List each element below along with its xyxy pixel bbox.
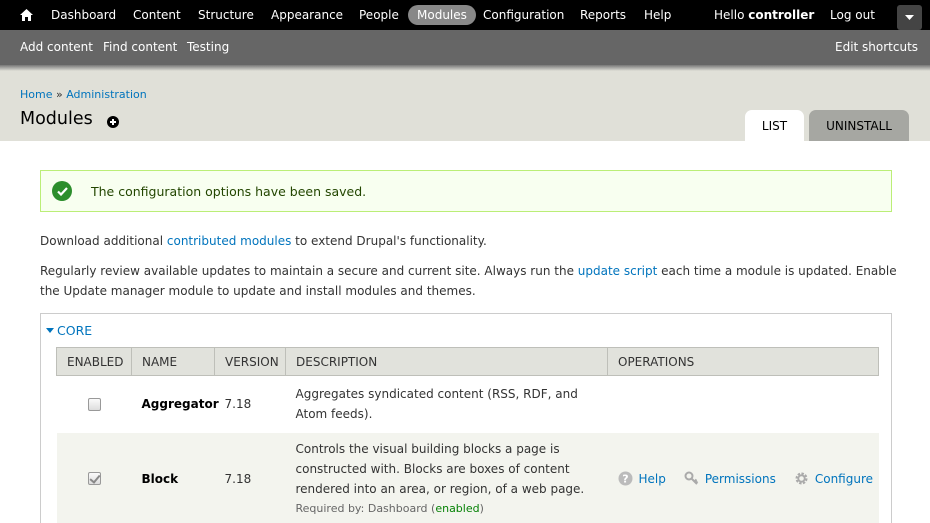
nav-dashboard[interactable]: Dashboard — [51, 0, 116, 30]
nav-content[interactable]: Content — [133, 0, 181, 30]
module-version: 7.18 — [214, 375, 286, 433]
column-header-description: DESCRIPTION — [285, 347, 608, 376]
tab-list[interactable]: LIST — [745, 110, 804, 141]
page-header: Home » Administration Modules LIST UNINS… — [0, 65, 930, 141]
svg-text:?: ? — [622, 473, 628, 486]
configure-link[interactable]: Configure — [794, 469, 873, 489]
nav-modules[interactable]: Modules — [408, 5, 476, 25]
intro-paragraph-download: Download additional contributed modules … — [40, 231, 900, 251]
chevron-down-icon — [905, 15, 914, 20]
required-by: Required by: Dashboard (enabled) — [296, 499, 598, 519]
required-by-close: ) — [479, 501, 484, 515]
user-greeting: Hello controller — [714, 0, 814, 30]
intro-text: to extend Drupal's functionality. — [291, 234, 487, 248]
gear-icon — [794, 471, 809, 486]
configure-link-label: Configure — [814, 471, 874, 486]
enable-block-checkbox[interactable] — [87, 472, 101, 485]
home-icon[interactable] — [17, 0, 35, 30]
intro-text: Regularly review available updates to ma… — [40, 264, 578, 278]
logout-link[interactable]: Log out — [830, 0, 875, 30]
toolbar-shadow — [0, 65, 930, 71]
nav-structure[interactable]: Structure — [198, 0, 254, 30]
module-name: Aggregator — [131, 375, 219, 433]
shortcuts-bar: Add content Find content Testing Edit sh… — [0, 30, 930, 65]
permissions-link-label: Permissions — [704, 471, 776, 486]
column-header-name: NAME — [131, 347, 215, 376]
help-icon: ? — [618, 471, 633, 486]
shortcut-add-content[interactable]: Add content — [20, 30, 93, 65]
tab-uninstall[interactable]: UNINSTALL — [809, 110, 909, 141]
module-version: 7.18 — [214, 432, 286, 523]
contributed-modules-link[interactable]: contributed modules — [167, 234, 291, 248]
column-header-version: VERSION — [214, 347, 286, 376]
nav-reports[interactable]: Reports — [580, 0, 626, 30]
add-shortcut-icon[interactable] — [107, 116, 119, 128]
column-header-operations: OPERATIONS — [607, 347, 879, 376]
username: controller — [748, 8, 815, 22]
module-name: Block — [131, 432, 215, 523]
enabled-cell — [56, 375, 132, 433]
permissions-link[interactable]: Permissions — [684, 469, 776, 489]
shortcut-testing[interactable]: Testing — [187, 30, 229, 65]
intro-text: Download additional — [40, 234, 167, 248]
greeting-text: Hello — [714, 8, 745, 22]
module-description: Controls the visual building blocks a pa… — [295, 441, 585, 496]
shortcut-find-content[interactable]: Find content — [103, 30, 177, 65]
enable-aggregator-checkbox[interactable] — [87, 397, 101, 411]
admin-toolbar: Dashboard Content Structure Appearance P… — [0, 0, 930, 30]
nav-people[interactable]: People — [359, 0, 399, 30]
help-link-label: Help — [638, 471, 666, 486]
breadcrumb-home[interactable]: Home — [20, 88, 52, 101]
modules-table: ENABLED NAME VERSION DESCRIPTION OPERATI… — [56, 347, 879, 523]
status-message: The configuration options have been save… — [40, 170, 892, 212]
edit-shortcuts-link[interactable]: Edit shortcuts — [835, 30, 918, 65]
status-message-text: The configuration options have been save… — [91, 184, 367, 199]
required-by-status: enabled — [435, 501, 480, 515]
breadcrumb: Home » Administration — [20, 88, 147, 101]
checkmark-icon — [52, 181, 72, 201]
module-operations: ? Help Permissions Configure — [607, 432, 879, 523]
enabled-cell — [56, 432, 132, 523]
module-description-cell: Controls the visual building blocks a pa… — [285, 432, 608, 523]
table-row: Aggregator 7.18 Aggregates syndicated co… — [56, 375, 879, 433]
core-fieldset-toggle[interactable]: CORE — [46, 323, 92, 338]
update-script-link[interactable]: update script — [578, 264, 658, 278]
nav-configuration[interactable]: Configuration — [483, 0, 564, 30]
breadcrumb-administration[interactable]: Administration — [66, 88, 147, 101]
nav-appearance[interactable]: Appearance — [271, 0, 343, 30]
core-legend-label: CORE — [57, 323, 93, 338]
column-header-enabled: ENABLED — [56, 347, 132, 376]
page-title: Modules — [20, 109, 93, 129]
collapse-triangle-icon — [46, 328, 54, 333]
key-icon — [684, 471, 699, 486]
shortcuts-toggle-button[interactable] — [897, 5, 922, 30]
breadcrumb-separator: » — [55, 88, 63, 101]
module-operations — [607, 375, 879, 433]
help-link[interactable]: ? Help — [618, 469, 666, 489]
intro-paragraph-updates: Regularly review available updates to ma… — [40, 261, 900, 301]
table-header-row: ENABLED NAME VERSION DESCRIPTION OPERATI… — [56, 347, 879, 376]
table-row: Block 7.18 Controls the visual building … — [56, 432, 879, 523]
module-description: Aggregates syndicated content (RSS, RDF,… — [285, 375, 608, 433]
nav-help[interactable]: Help — [644, 0, 671, 30]
required-by-label: Required by: Dashboard ( — [295, 501, 436, 515]
